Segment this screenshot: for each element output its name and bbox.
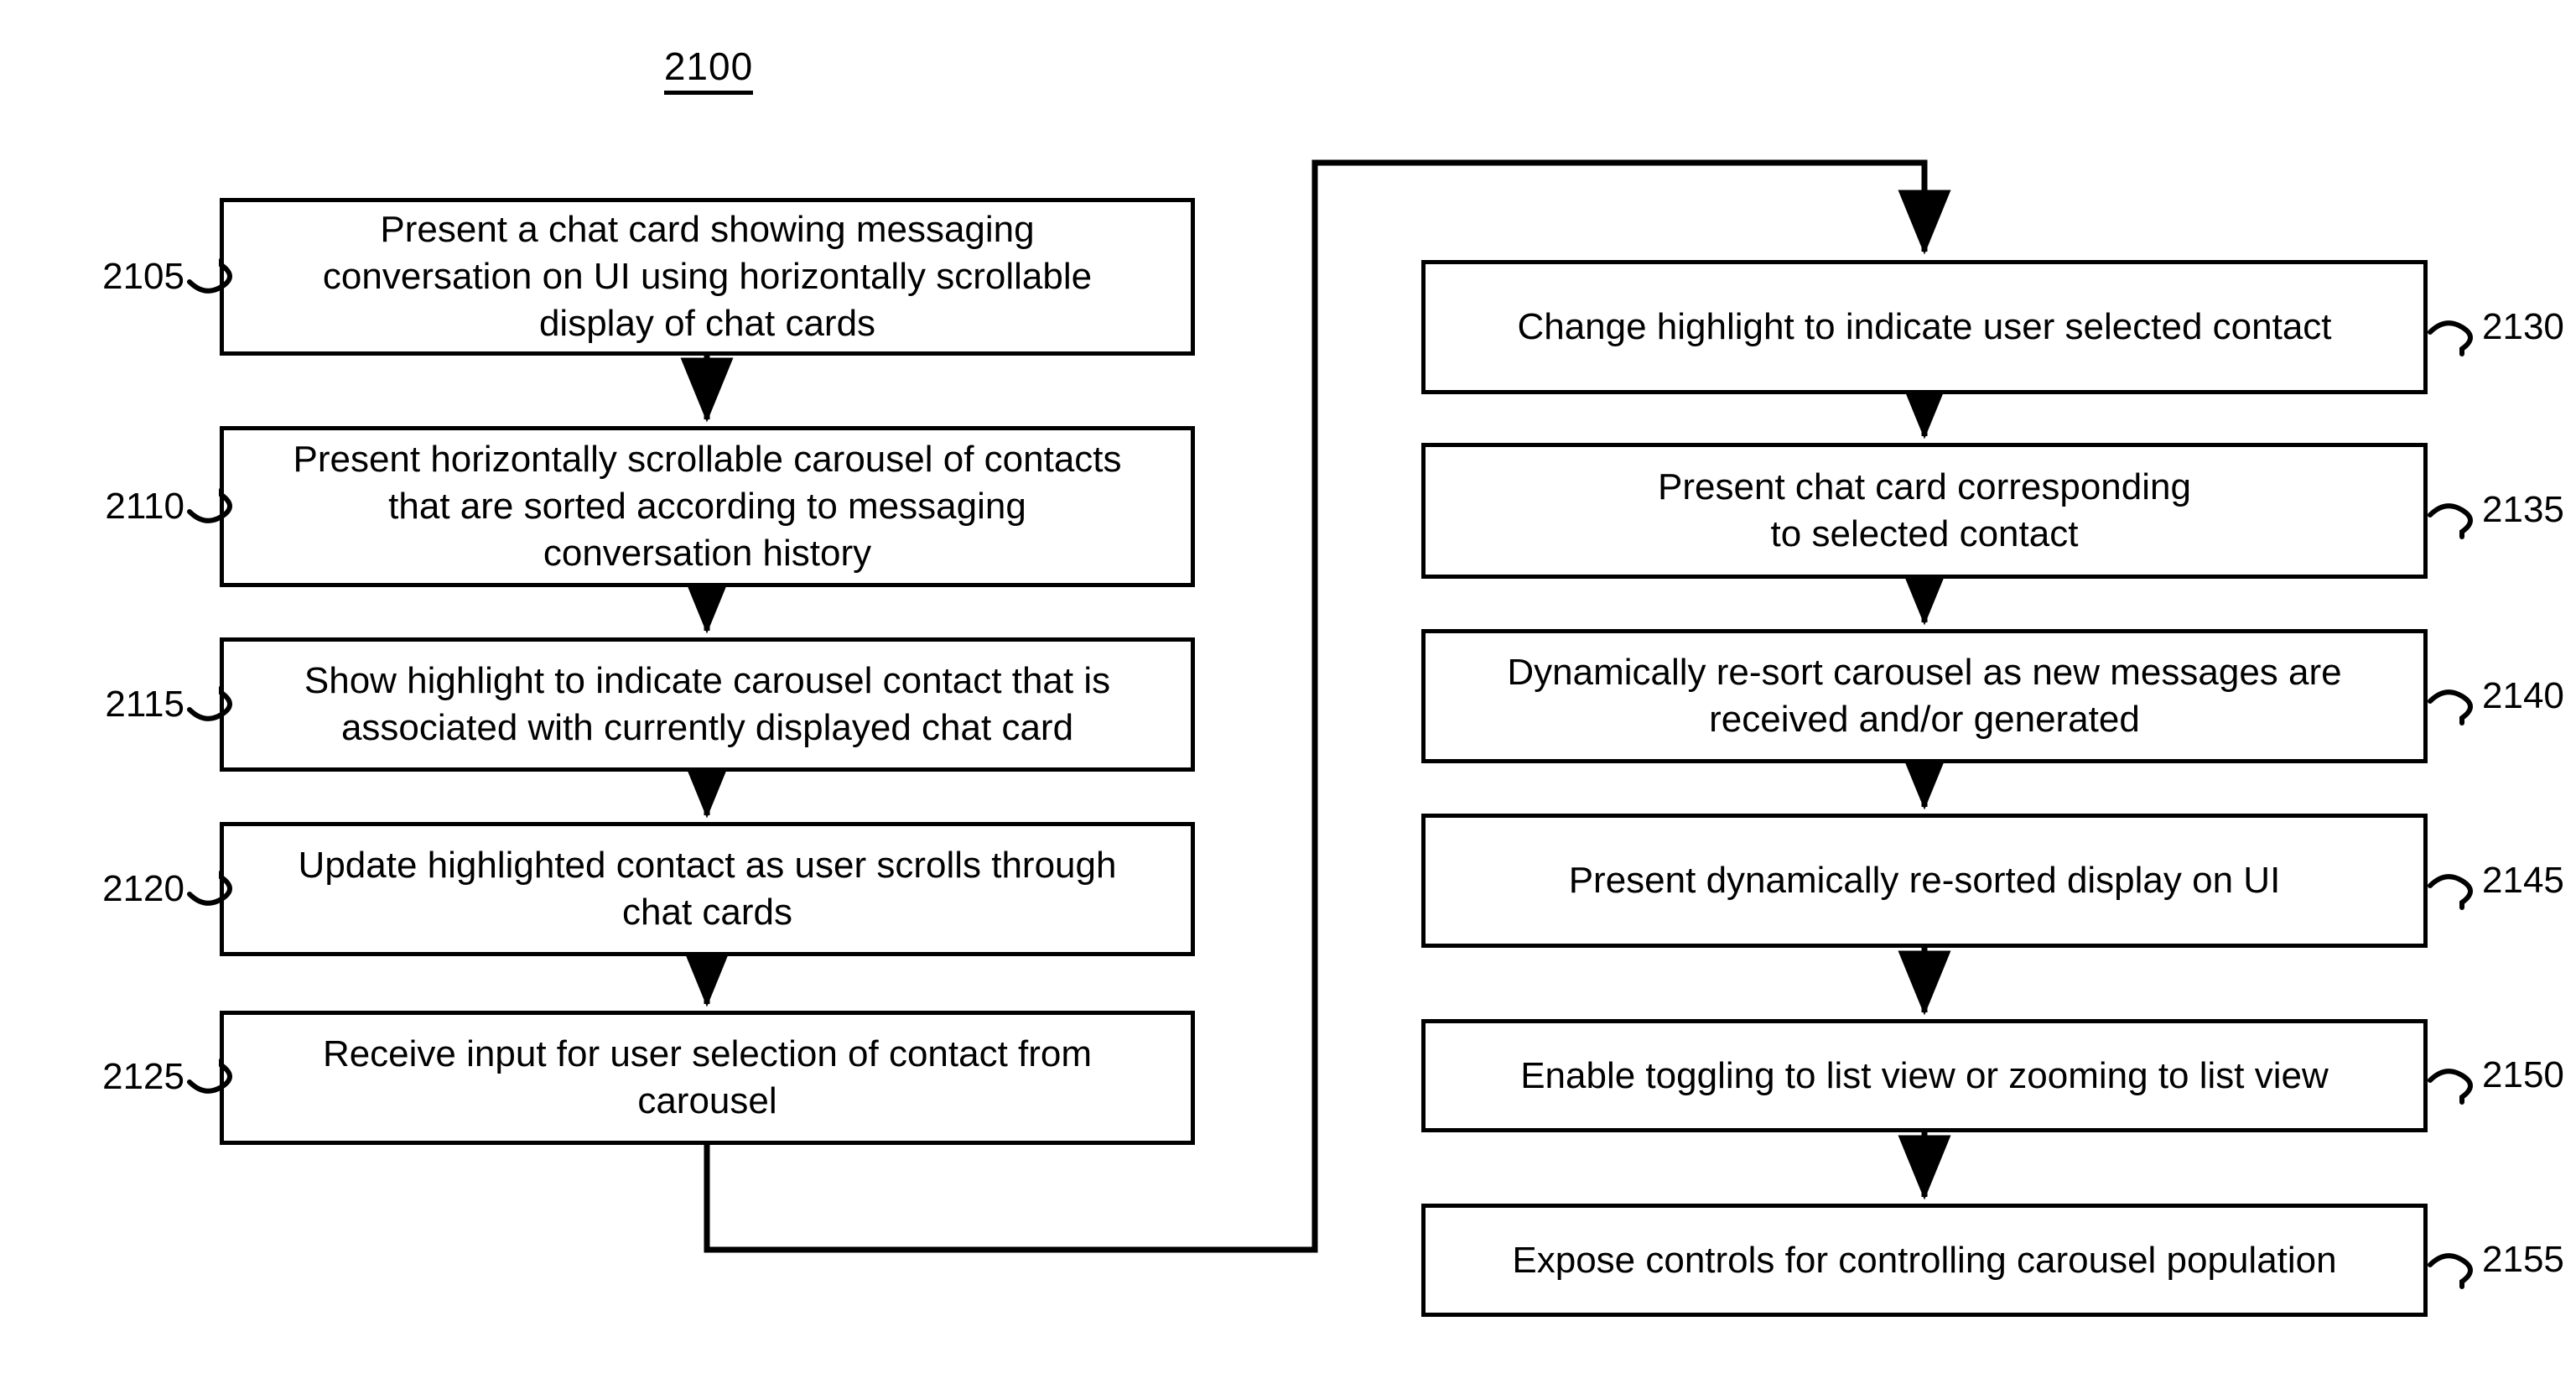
process-box-2120[interactable]: Update highlighted contact as user scrol… [220, 822, 1195, 956]
leader-line-2135 [2428, 503, 2473, 539]
ref-numeral-2120: 2120 [102, 868, 184, 909]
process-box-2135[interactable]: Present chat card corresponding to selec… [1421, 443, 2428, 579]
process-box-2155[interactable]: Expose controls for controlling carousel… [1421, 1204, 2428, 1317]
process-box-2120-label: Update highlighted contact as user scrol… [298, 845, 1117, 933]
leader-line-2150 [2428, 1069, 2473, 1105]
process-box-2130-label: Change highlight to indicate user select… [1517, 306, 2332, 348]
ref-numeral-2125: 2125 [102, 1056, 184, 1097]
ref-numeral-2135: 2135 [2482, 489, 2564, 530]
ref-numeral-2105: 2105 [102, 256, 184, 297]
process-box-2140-label: Dynamically re-sort carousel as new mess… [1507, 652, 2342, 740]
process-box-2115-label: Show highlight to indicate carousel cont… [304, 660, 1111, 748]
process-box-2105-label: Present a chat card showing messaging co… [322, 209, 1093, 344]
leader-line-2140 [2428, 689, 2473, 726]
flowchart-figure: 2100 Present a chat card showing messagi… [0, 0, 2576, 1394]
ref-numeral-2140: 2140 [2482, 675, 2564, 716]
ref-numeral-2155: 2155 [2482, 1239, 2564, 1280]
ref-numeral-2115: 2115 [105, 684, 184, 725]
leader-line-2155 [2428, 1253, 2473, 1289]
process-box-2135-label: Present chat card corresponding to selec… [1658, 466, 2191, 554]
ref-numeral-2130: 2130 [2482, 306, 2564, 347]
process-box-2145[interactable]: Present dynamically re-sorted display on… [1421, 814, 2428, 948]
process-box-2150[interactable]: Enable toggling to list view or zooming … [1421, 1019, 2428, 1132]
process-box-2150-label: Enable toggling to list view or zooming … [1520, 1054, 2329, 1096]
ref-numeral-2150: 2150 [2482, 1054, 2564, 1095]
process-box-2125[interactable]: Receive input for user selection of cont… [220, 1011, 1195, 1145]
ref-numeral-2145: 2145 [2482, 860, 2564, 901]
figure-number: 2100 [0, 47, 1417, 95]
ref-numeral-2110: 2110 [105, 486, 184, 527]
process-box-2105[interactable]: Present a chat card showing messaging co… [220, 198, 1195, 356]
process-box-2130[interactable]: Change highlight to indicate user select… [1421, 260, 2428, 394]
process-box-2115[interactable]: Show highlight to indicate carousel cont… [220, 637, 1195, 772]
process-box-2110-label: Present horizontally scrollable carousel… [293, 439, 1122, 574]
process-box-2145-label: Present dynamically re-sorted display on… [1568, 860, 2281, 902]
process-box-2110[interactable]: Present horizontally scrollable carousel… [220, 426, 1195, 587]
process-box-2155-label: Expose controls for controlling carousel… [1512, 1239, 2337, 1281]
leader-line-2130 [2428, 320, 2473, 356]
process-box-2125-label: Receive input for user selection of cont… [322, 1033, 1093, 1121]
process-box-2140[interactable]: Dynamically re-sort carousel as new mess… [1421, 629, 2428, 763]
leader-line-2145 [2428, 874, 2473, 910]
figure-number-text: 2100 [663, 47, 754, 95]
